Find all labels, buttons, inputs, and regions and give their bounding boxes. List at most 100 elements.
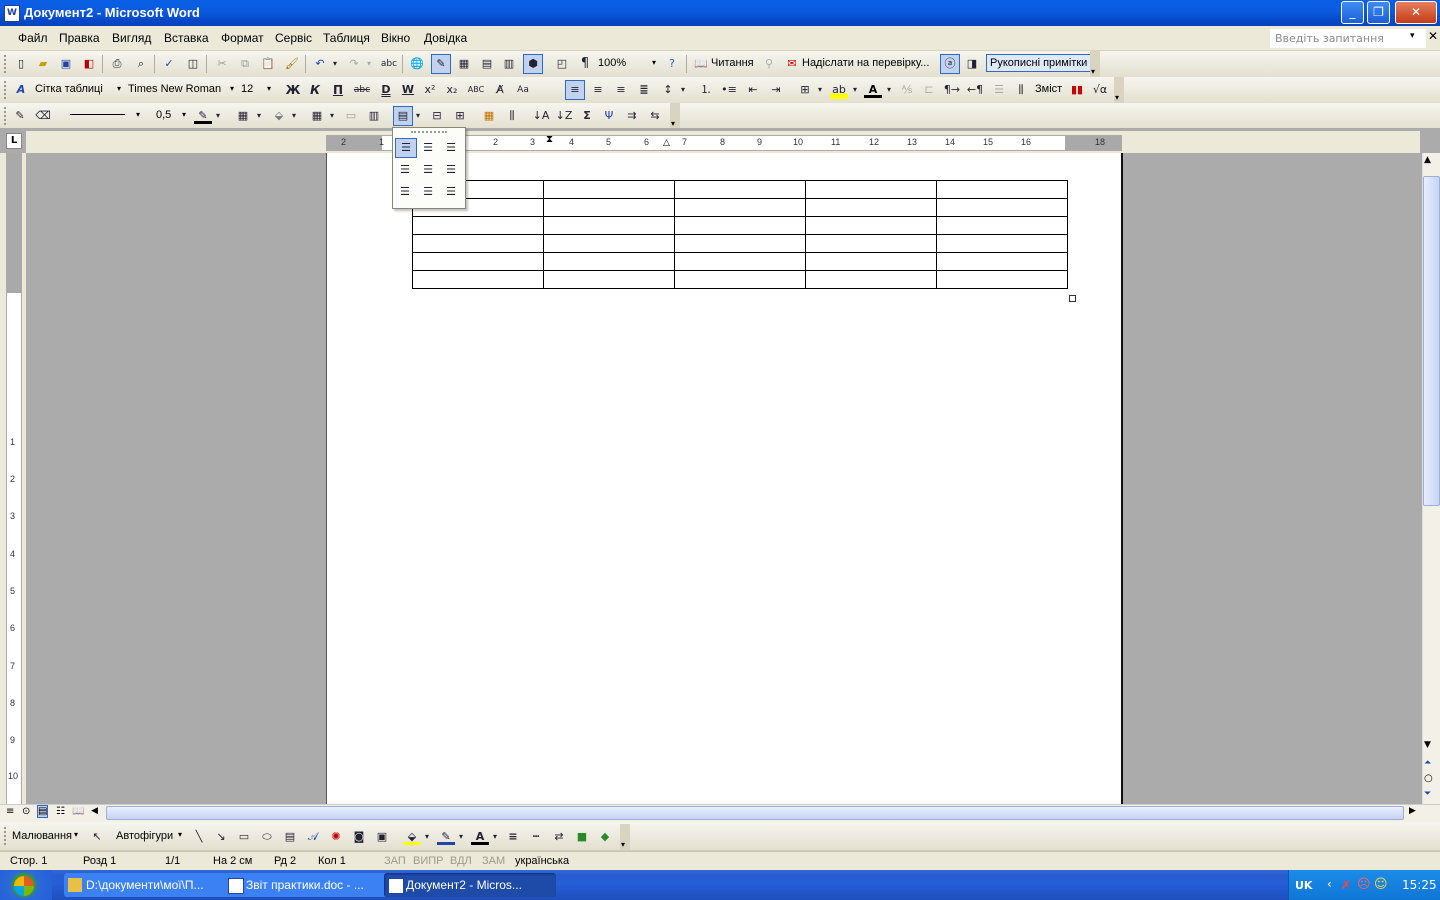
new-document-icon[interactable]: ▯: [12, 55, 30, 73]
align-bottom-center-icon[interactable]: ☰: [418, 183, 438, 201]
toolbar-grip[interactable]: [4, 55, 9, 73]
scroll-down-icon[interactable]: ▼: [1424, 740, 1431, 750]
print-layout-view-icon[interactable]: ▤: [37, 805, 49, 818]
table-cell[interactable]: [674, 180, 806, 199]
next-page-icon[interactable]: ⏷: [1424, 789, 1431, 799]
font-color-icon[interactable]: A: [864, 81, 882, 98]
table-cell[interactable]: [412, 252, 544, 271]
table-cell[interactable]: [936, 216, 1068, 235]
align-right-icon[interactable]: ≡: [612, 81, 630, 99]
tray-expand-icon[interactable]: ‹: [1327, 877, 1332, 891]
align-middle-center-icon[interactable]: ☰: [418, 161, 438, 179]
align-bottom-right-icon[interactable]: ☰: [441, 183, 461, 201]
print-preview-icon[interactable]: ⌕: [132, 55, 150, 73]
menu-edit[interactable]: Правка: [59, 31, 100, 45]
decrease-indent-icon[interactable]: ⇤: [744, 81, 762, 99]
equation-icon[interactable]: √α: [1091, 81, 1109, 99]
ink-annotations-icon[interactable]: abc: [380, 55, 398, 73]
line-style-combo[interactable]: ▾: [62, 106, 142, 124]
document-map-icon[interactable]: ◰: [553, 55, 571, 73]
vertical-scroll-thumb[interactable]: [1423, 176, 1440, 506]
table-cell[interactable]: [936, 198, 1068, 217]
table-autoformat-icon[interactable]: ▦: [480, 107, 498, 125]
chevron-down-icon[interactable]: ▾: [456, 828, 466, 846]
italic-button[interactable]: К: [306, 81, 324, 99]
table-cell[interactable]: [412, 270, 544, 289]
paste-icon[interactable]: 📋: [259, 55, 277, 73]
copy-icon[interactable]: ⧉: [236, 55, 254, 73]
arrow-icon[interactable]: ↘: [212, 828, 230, 846]
table-cell[interactable]: [936, 252, 1068, 271]
right-indent-marker-icon[interactable]: △: [663, 138, 670, 148]
clip-art-icon[interactable]: ◙: [350, 828, 368, 846]
restore-button[interactable]: ❐: [1367, 1, 1390, 24]
ask-question-input[interactable]: Введіть запитання: [1270, 29, 1426, 48]
shading-color-icon[interactable]: ⬙: [270, 107, 288, 125]
ask-dropdown-icon[interactable]: ▾: [1410, 30, 1415, 41]
shadow-style-icon[interactable]: ■: [573, 828, 591, 846]
close-button[interactable]: ✕: [1395, 1, 1437, 24]
chevron-down-icon[interactable]: ▾: [327, 107, 337, 125]
bold-button[interactable]: Ж: [284, 81, 302, 99]
drawing-icon[interactable]: ⬢: [523, 54, 543, 74]
insert-table-icon[interactable]: ▦: [308, 107, 326, 125]
status-ovr[interactable]: ЗАМ: [482, 855, 505, 867]
chevron-down-icon[interactable]: ▾: [678, 81, 688, 99]
format-painter-icon[interactable]: 🖌: [283, 55, 301, 73]
autoshapes-menu[interactable]: Автофігури: [116, 830, 173, 842]
draw-menu[interactable]: Малювання: [12, 830, 72, 842]
change-case-icon[interactable]: Aa: [514, 81, 532, 99]
table-cell[interactable]: [674, 198, 806, 217]
toolbar-options-icon[interactable]: [670, 103, 680, 129]
ink-comments-button[interactable]: Рукописні примітки: [986, 54, 1092, 72]
table-cell[interactable]: [543, 270, 675, 289]
undo-dropdown-icon[interactable]: ▾: [330, 55, 340, 73]
attach-icon[interactable]: ⚲: [760, 55, 778, 73]
ltr-icon[interactable]: ¶→: [943, 81, 961, 99]
table-cell[interactable]: [543, 234, 675, 253]
border-color-icon[interactable]: ✎: [194, 107, 212, 124]
table-cell[interactable]: [936, 234, 1068, 253]
distributed-icon[interactable]: ⊏: [920, 81, 938, 99]
borders-icon[interactable]: ⊞: [796, 81, 814, 99]
normal-view-icon[interactable]: ≡: [6, 806, 14, 817]
menu-format[interactable]: Формат: [221, 31, 264, 45]
double-underline-icon[interactable]: D: [377, 81, 395, 99]
fill-color-icon[interactable]: ⬙: [403, 828, 421, 845]
select-objects-icon[interactable]: ↖: [88, 828, 106, 846]
minimize-button[interactable]: _: [1341, 1, 1364, 24]
table-cell[interactable]: [805, 180, 937, 199]
chevron-down-icon[interactable]: ▾: [289, 107, 299, 125]
arrow-style-icon[interactable]: ⇄: [550, 828, 568, 846]
scroll-left-icon[interactable]: ◀: [91, 806, 98, 816]
insert-table-icon[interactable]: ▦: [455, 55, 473, 73]
sort-descending-icon[interactable]: ↓Z: [555, 107, 573, 125]
distribute-columns-icon[interactable]: ⊞: [451, 107, 469, 125]
hyperlink-icon[interactable]: 🌐: [408, 55, 426, 73]
show-formatting-icon[interactable]: ¶: [576, 55, 594, 73]
align-middle-left-icon[interactable]: ☰: [395, 161, 415, 179]
scroll-up-icon[interactable]: ▲: [1424, 155, 1431, 165]
taskbar-item-report-doc[interactable]: Звіт практики.doc - ...: [224, 873, 396, 897]
toc-icon[interactable]: ⫼: [1012, 81, 1030, 99]
numbering-icon[interactable]: ⒈: [697, 81, 715, 99]
split-table-icon[interactable]: Ψ: [600, 107, 618, 125]
toolbar-options-icon[interactable]: [620, 824, 630, 850]
text-direction-icon[interactable]: ⫼: [503, 107, 521, 125]
font-size-combo[interactable]: 12 ▾: [241, 80, 273, 98]
outside-border-icon[interactable]: ▦: [234, 107, 252, 125]
reading-label[interactable]: Читання: [711, 57, 754, 69]
send-review-icon[interactable]: ✉: [783, 55, 801, 73]
table-cell[interactable]: [543, 252, 675, 271]
table-cell[interactable]: [674, 270, 806, 289]
toolbar-options-icon[interactable]: [1090, 51, 1100, 77]
3d-style-icon[interactable]: ◆: [596, 828, 614, 846]
font-combo[interactable]: Times New Roman ▾: [128, 80, 236, 98]
merge-cells-icon[interactable]: ▭: [342, 107, 360, 125]
table-cell[interactable]: [674, 252, 806, 271]
table-cell[interactable]: [674, 216, 806, 235]
palette-grip[interactable]: [411, 131, 447, 135]
eraser-icon[interactable]: ⌫: [34, 107, 52, 125]
table-cell[interactable]: [805, 270, 937, 289]
highlight-changes-icon[interactable]: ⓐ: [940, 54, 960, 74]
